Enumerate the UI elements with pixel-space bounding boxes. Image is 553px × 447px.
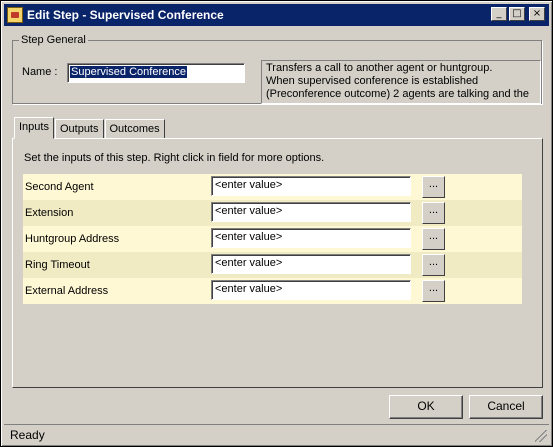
second-agent-browse-button[interactable]: ... bbox=[422, 176, 445, 198]
ring-timeout-input[interactable]: <enter value> bbox=[211, 254, 411, 274]
window-title: Edit Step - Supervised Conference bbox=[27, 8, 224, 22]
extension-input[interactable]: <enter value> bbox=[211, 202, 411, 222]
status-bar: Ready bbox=[4, 424, 549, 444]
input-row-huntgroup-address: Huntgroup Address <enter value> ... bbox=[23, 226, 522, 252]
name-input[interactable]: Supervised Conference bbox=[67, 63, 245, 83]
extension-browse-button[interactable]: ... bbox=[422, 202, 445, 224]
minimize-button[interactable]: _ bbox=[491, 7, 507, 21]
app-icon bbox=[7, 7, 23, 23]
row-label: Ring Timeout bbox=[25, 259, 90, 271]
row-label: Second Agent bbox=[25, 181, 94, 193]
inputs-panel: Set the inputs of this step. Right click… bbox=[12, 138, 543, 388]
huntgroup-address-input[interactable]: <enter value> bbox=[211, 228, 411, 248]
edit-step-dialog: Edit Step - Supervised Conference _ □ × … bbox=[0, 0, 553, 447]
row-label: External Address bbox=[25, 285, 109, 297]
row-label: Huntgroup Address bbox=[25, 233, 120, 245]
huntgroup-address-browse-button[interactable]: ... bbox=[422, 228, 445, 250]
external-address-input[interactable]: <enter value> bbox=[211, 280, 411, 300]
input-row-extension: Extension <enter value> ... bbox=[23, 200, 522, 226]
tab-outcomes[interactable]: Outcomes bbox=[104, 119, 165, 139]
name-value: Supervised Conference bbox=[70, 66, 187, 78]
cancel-button[interactable]: Cancel bbox=[469, 395, 543, 419]
input-row-external-address: External Address <enter value> ... bbox=[23, 278, 522, 304]
step-general-legend: Step General bbox=[21, 34, 86, 46]
resize-grip-icon[interactable] bbox=[535, 430, 547, 442]
status-text: Ready bbox=[10, 428, 45, 442]
ok-button[interactable]: OK bbox=[389, 395, 463, 419]
inputs-grid: Second Agent <enter value> ... Extension… bbox=[23, 174, 522, 304]
second-agent-input[interactable]: <enter value> bbox=[211, 176, 411, 196]
tab-outputs[interactable]: Outputs bbox=[54, 119, 104, 139]
row-label: Extension bbox=[25, 207, 74, 219]
name-label: Name : bbox=[22, 66, 58, 78]
step-description[interactable]: Transfers a call to another agent or hun… bbox=[261, 60, 541, 104]
input-row-ring-timeout: Ring Timeout <enter value> ... bbox=[23, 252, 522, 278]
step-general-group: Step General Name : Supervised Conferenc… bbox=[12, 34, 542, 104]
external-address-browse-button[interactable]: ... bbox=[422, 280, 445, 302]
inputs-hint: Set the inputs of this step. Right click… bbox=[24, 152, 325, 164]
close-button[interactable]: × bbox=[529, 7, 545, 21]
title-bar[interactable]: Edit Step - Supervised Conference _ □ × bbox=[4, 4, 549, 26]
ring-timeout-browse-button[interactable]: ... bbox=[422, 254, 445, 276]
tab-strip: Inputs Outputs Outcomes bbox=[14, 117, 166, 139]
maximize-button[interactable]: □ bbox=[509, 7, 525, 21]
window-controls: _ □ × bbox=[491, 7, 545, 21]
input-row-second-agent: Second Agent <enter value> ... bbox=[23, 174, 522, 200]
tab-inputs[interactable]: Inputs bbox=[14, 117, 54, 139]
